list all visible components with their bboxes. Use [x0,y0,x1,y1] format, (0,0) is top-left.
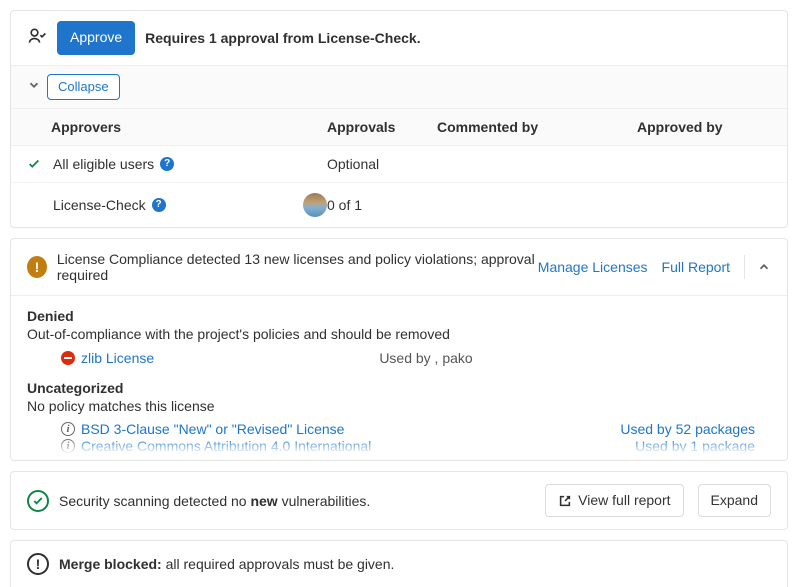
blocked-icon: ! [27,553,49,575]
avatar[interactable] [303,193,327,217]
full-report-link[interactable]: Full Report [662,259,730,275]
check-icon [27,157,47,171]
license-summary-text: License Compliance detected 13 new licen… [57,251,538,283]
collapse-row: Collapse [11,65,787,108]
license-name-link[interactable]: zlib License [81,350,373,366]
license-panel-header: ! License Compliance detected 13 new lic… [11,239,787,296]
info-icon: i [61,422,75,436]
expand-button[interactable]: Expand [698,484,771,518]
security-summary-text: Security scanning detected no new vulner… [59,493,370,509]
license-details: Denied Out-of-compliance with the projec… [11,296,787,454]
approvals-table-header: Approvers Approvals Commented by Approve… [11,108,787,146]
col-header-commented-by: Commented by [437,119,637,135]
license-name-link[interactable]: Creative Commons Attribution 4.0 Interna… [81,438,635,454]
rule-approvals: Optional [327,156,437,172]
merge-status-text: Merge blocked: all required approvals mu… [59,556,394,572]
license-name-link[interactable]: BSD 3-Clause "New" or "Revised" License [81,421,620,437]
license-item: i Creative Commons Attribution 4.0 Inter… [27,437,771,454]
approval-requirement-text: Requires 1 approval from License-Check. [145,30,420,46]
merge-status-panel: ! Merge blocked: all required approvals … [10,540,788,587]
col-header-approvals: Approvals [327,119,437,135]
uncategorized-list: i BSD 3-Clause "New" or "Revised" Licens… [27,420,771,454]
help-icon[interactable]: ? [152,198,166,212]
approvals-header: Approve Requires 1 approval from License… [11,11,787,65]
uncategorized-heading: Uncategorized [27,380,771,396]
license-item: i BSD 3-Clause "New" or "Revised" Licens… [27,420,771,437]
manage-licenses-link[interactable]: Manage Licenses [538,259,648,275]
rule-name: License-Check [53,197,146,213]
license-used-by: Used by , pako [379,350,472,366]
collapse-toggle[interactable] [744,255,771,279]
approvals-panel: Approve Requires 1 approval from License… [10,10,788,228]
external-link-icon [558,494,572,508]
rule-name: All eligible users [53,156,154,172]
success-icon [27,490,49,512]
security-scanning-panel: Security scanning detected no new vulner… [10,471,788,531]
approval-rule-row: License-Check ? 0 of 1 [11,183,787,227]
help-icon[interactable]: ? [160,157,174,171]
approval-rule-row: All eligible users ? Optional [11,146,787,183]
license-compliance-panel: ! License Compliance detected 13 new lic… [10,238,788,461]
denied-heading: Denied [27,308,771,324]
license-used-by-link[interactable]: Used by 1 package [635,438,755,454]
denied-icon [61,351,75,365]
approve-button[interactable]: Approve [57,21,135,55]
license-item: zlib License Used by , pako [27,348,771,368]
col-header-approvers: Approvers [27,119,327,135]
collapse-button[interactable]: Collapse [47,74,120,100]
chevron-down-icon[interactable] [27,78,41,95]
col-header-approved-by: Approved by [637,119,771,135]
info-icon: i [61,439,75,453]
warning-icon: ! [27,256,47,278]
user-check-icon [27,26,47,49]
uncategorized-desc: No policy matches this license [27,398,771,414]
view-full-report-button[interactable]: View full report [545,484,683,518]
rule-approvals: 0 of 1 [327,197,437,213]
license-used-by-link[interactable]: Used by 52 packages [620,421,755,437]
denied-desc: Out-of-compliance with the project's pol… [27,326,771,342]
